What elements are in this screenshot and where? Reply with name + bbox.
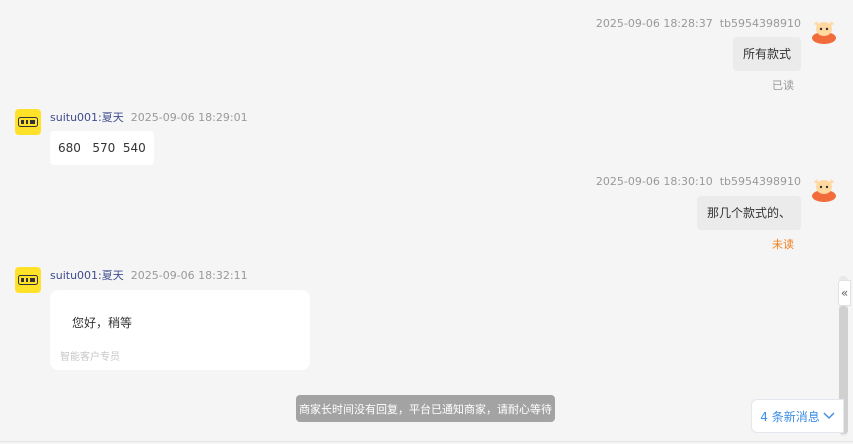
sender-name: tb5954398910 xyxy=(719,17,801,30)
message-meta: 2025-09-06 18:28:37 tb5954398910 xyxy=(596,17,801,30)
divider xyxy=(0,441,853,442)
message-card: 您好，稍等 智能客户专员 xyxy=(50,290,310,370)
shop-avatar[interactable] xyxy=(15,109,41,135)
user-avatar[interactable] xyxy=(810,16,838,44)
message-time: 2025-09-06 18:29:01 xyxy=(130,111,248,124)
message-time: 2025-09-06 18:30:10 xyxy=(595,175,713,188)
read-status: 已读 xyxy=(772,79,794,92)
agent-label: 智能客户专员 xyxy=(60,352,120,363)
message-time: 2025-09-06 18:32:11 xyxy=(130,269,248,282)
new-messages-button[interactable]: 4 条新消息 xyxy=(751,399,844,433)
shop-avatar[interactable] xyxy=(15,267,41,293)
shop-logo-icon xyxy=(18,117,38,127)
shop-logo-icon xyxy=(18,275,38,285)
system-notice: 商家长时间没有回复，平台已通知商家，请耐心等待 xyxy=(296,395,555,422)
sender-name: suitu001:夏天 xyxy=(50,269,124,282)
sender-name: suitu001:夏天 xyxy=(50,111,124,124)
collapse-panel-button[interactable]: « xyxy=(838,280,851,306)
message-bubble: 680 570 540 xyxy=(50,131,154,165)
sender-name: tb5954398910 xyxy=(719,175,801,188)
double-chevron-left-icon: « xyxy=(840,286,849,300)
user-avatar[interactable] xyxy=(810,174,838,202)
message-text: 您好，稍等 xyxy=(72,316,133,330)
message-bubble: 所有款式 xyxy=(732,37,801,71)
new-messages-label: 4 条新消息 xyxy=(760,409,820,424)
message-meta: 2025-09-06 18:30:10 tb5954398910 xyxy=(596,175,801,188)
message-meta: suitu001:夏天 2025-09-06 18:32:11 xyxy=(50,267,248,283)
chevron-down-icon xyxy=(823,412,835,419)
unread-status: 未读 xyxy=(772,238,794,251)
message-bubble: 那几个款式的、 xyxy=(696,196,801,230)
message-meta: suitu001:夏天 2025-09-06 18:29:01 xyxy=(50,109,248,125)
message-time: 2025-09-06 18:28:37 xyxy=(595,17,713,30)
